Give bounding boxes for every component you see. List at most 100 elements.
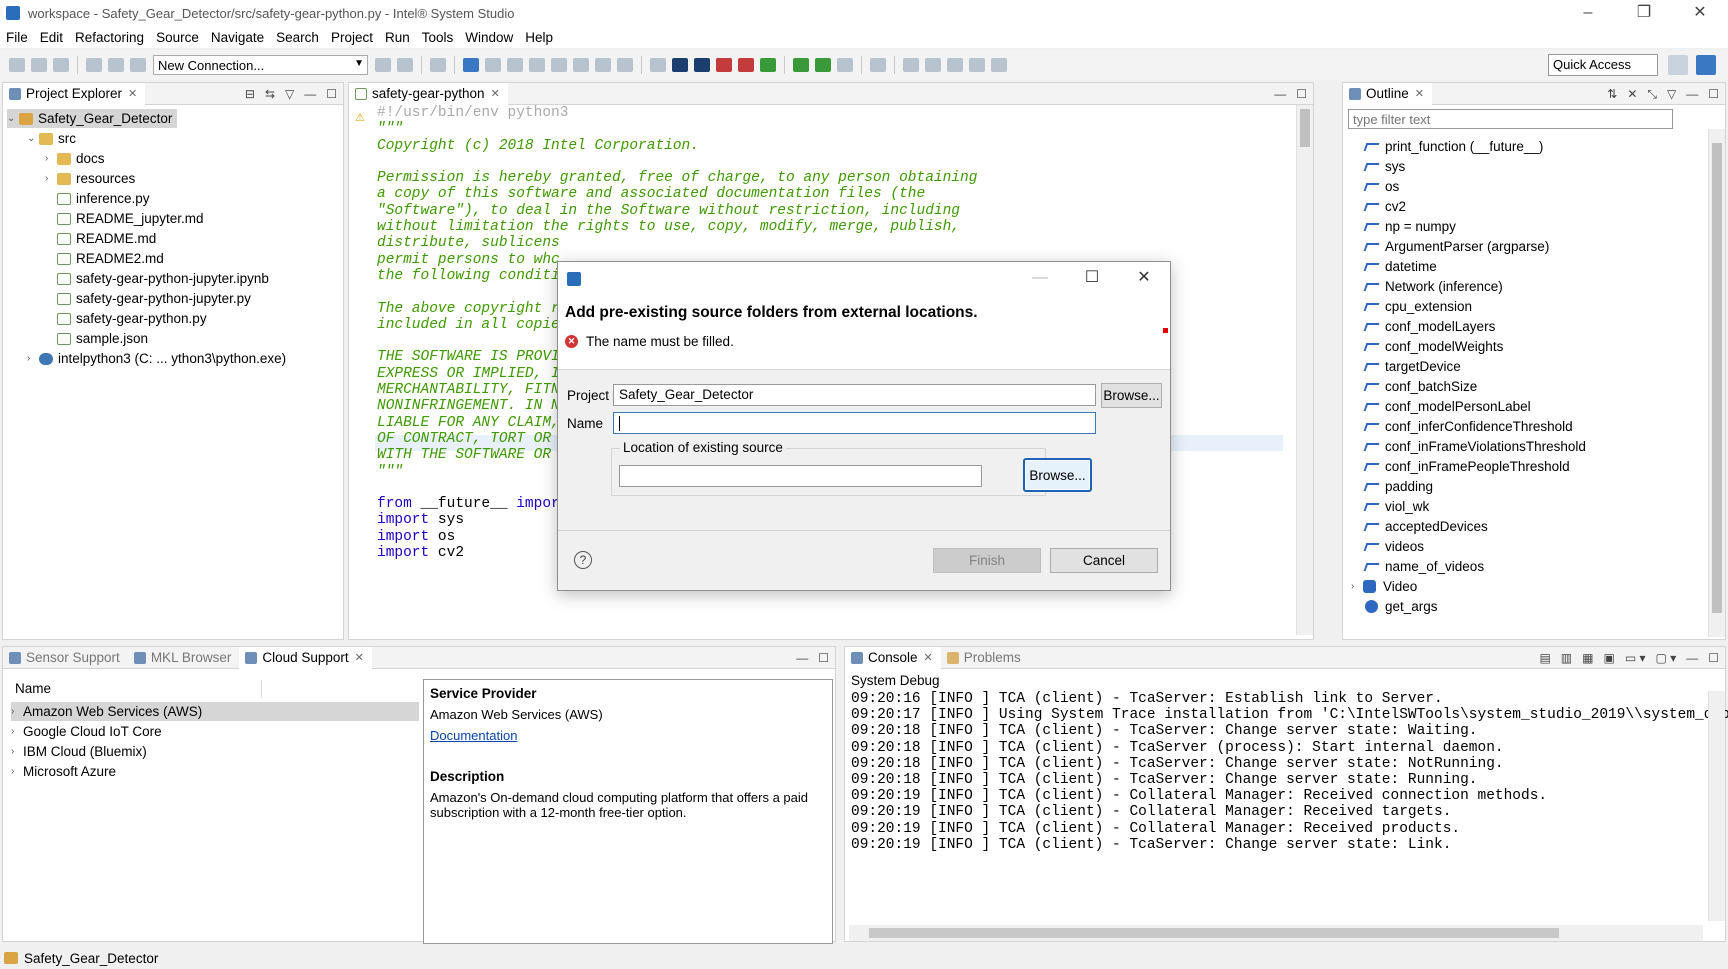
outline-item[interactable]: conf_modelWeights xyxy=(1363,337,1503,356)
perspective-icon[interactable] xyxy=(1696,55,1716,75)
close-icon[interactable]: ✕ xyxy=(491,87,500,100)
advisor-icon[interactable] xyxy=(716,58,732,72)
settings-icon[interactable] xyxy=(108,58,124,72)
tab-sensor-support[interactable]: Sensor Support xyxy=(3,647,128,669)
outline-item[interactable]: name_of_videos xyxy=(1363,557,1484,576)
view-menu-icon[interactable]: ▽ xyxy=(285,87,294,101)
tab-outline[interactable]: Outline ✕ xyxy=(1343,82,1432,105)
browse-location-button[interactable]: Browse... xyxy=(1023,458,1092,492)
tree-item-interpreter[interactable]: › intelpython3 (C: ... ython3\python.exe… xyxy=(27,349,286,368)
menu-source[interactable]: Source xyxy=(156,30,199,45)
outline-item[interactable]: sys xyxy=(1363,157,1405,176)
save-all-icon[interactable] xyxy=(53,58,69,72)
back-icon[interactable] xyxy=(969,58,985,72)
tree-item-resources[interactable]: › resources xyxy=(45,169,135,188)
save-icon[interactable] xyxy=(31,58,47,72)
link-editor-icon[interactable]: ⇆ xyxy=(265,87,275,101)
close-icon[interactable]: ✕ xyxy=(355,651,364,664)
outline-item[interactable]: print_function (__future__) xyxy=(1363,137,1543,156)
chevron-down-icon[interactable]: ⌄ xyxy=(7,113,19,124)
tree-item-file[interactable]: sample.json xyxy=(57,329,148,348)
link-icon[interactable] xyxy=(375,58,391,72)
close-icon[interactable]: ✕ xyxy=(924,651,933,664)
outline-item[interactable]: cv2 xyxy=(1363,197,1406,216)
tree-item-file[interactable]: safety-gear-python-jupyter.ipynb xyxy=(57,269,269,288)
step-into-icon[interactable] xyxy=(573,58,589,72)
console-vscrollbar[interactable] xyxy=(1708,691,1725,921)
sort-icon[interactable]: ⇅ xyxy=(1607,87,1617,101)
view-menu-icon[interactable]: ▽ xyxy=(1667,87,1676,101)
provider-row[interactable]: › Google Cloud IoT Core xyxy=(11,722,419,741)
console-output[interactable]: 09:20:16 [INFO ] TCA (client) - TcaServe… xyxy=(851,691,1728,853)
search-icon[interactable] xyxy=(870,58,886,72)
outline-item[interactable]: cpu_extension xyxy=(1363,297,1472,316)
debug-icon[interactable] xyxy=(793,58,809,72)
menu-tools[interactable]: Tools xyxy=(422,30,454,45)
inspector-icon[interactable] xyxy=(738,58,754,72)
tab-cloud-support[interactable]: Cloud Support ✕ xyxy=(239,646,372,669)
scroll-lock-icon[interactable]: ▥ xyxy=(1561,651,1572,665)
vtune-icon[interactable] xyxy=(694,58,710,72)
chevron-right-icon[interactable]: › xyxy=(11,726,23,737)
menu-run[interactable]: Run xyxy=(385,30,410,45)
outline-scrollbar[interactable] xyxy=(1708,129,1725,637)
suspend-icon[interactable] xyxy=(507,58,523,72)
resume-icon[interactable] xyxy=(485,58,501,72)
pin-console-icon[interactable]: ▣ xyxy=(1603,651,1614,665)
browse-project-button[interactable]: Browse... xyxy=(1101,383,1162,408)
name-field[interactable] xyxy=(613,412,1096,434)
project-field[interactable]: Safety_Gear_Detector xyxy=(613,384,1096,406)
help-icon[interactable]: ? xyxy=(574,551,592,569)
collapse-icon[interactable]: ⤡ xyxy=(1647,87,1657,102)
minimize-panel-icon[interactable]: — xyxy=(1274,87,1286,101)
restore-button[interactable]: ❐ xyxy=(1616,0,1672,26)
tree-item-project[interactable]: ⌄ Safety_Gear_Detector xyxy=(7,109,177,128)
tree-item-docs[interactable]: › docs xyxy=(45,149,105,168)
last-edit-icon[interactable] xyxy=(947,58,963,72)
outline-item[interactable]: padding xyxy=(1363,477,1433,496)
tab-mkl-browser[interactable]: MKL Browser xyxy=(128,647,240,669)
prev-annotation-icon[interactable] xyxy=(925,58,941,72)
tab-console[interactable]: Console ✕ xyxy=(845,646,941,669)
documentation-link[interactable]: Documentation xyxy=(430,728,826,743)
analyzer-icon[interactable] xyxy=(760,58,776,72)
chevron-right-icon[interactable]: › xyxy=(11,766,23,777)
console-icon[interactable] xyxy=(463,58,479,72)
outline-item[interactable]: Network (inference) xyxy=(1363,277,1503,296)
chevron-down-icon[interactable]: ⌄ xyxy=(27,133,39,144)
outline-item[interactable]: conf_inFramePeopleThreshold xyxy=(1363,457,1570,476)
tree-item-file[interactable]: safety-gear-python-jupyter.py xyxy=(57,289,251,308)
menu-edit[interactable]: Edit xyxy=(40,30,63,45)
outline-item[interactable]: › Video xyxy=(1351,577,1417,596)
outline-item[interactable]: conf_batchSize xyxy=(1363,377,1477,396)
minimize-panel-icon[interactable]: — xyxy=(1686,651,1698,665)
step-over-icon[interactable] xyxy=(595,58,611,72)
scrollbar-thumb[interactable] xyxy=(1712,143,1722,613)
outline-item[interactable]: acceptedDevices xyxy=(1363,517,1488,536)
outline-item[interactable]: datetime xyxy=(1363,257,1437,276)
collapse-all-icon[interactable]: ⊟ xyxy=(245,87,255,101)
unlink-icon[interactable] xyxy=(397,58,413,72)
location-field[interactable] xyxy=(619,465,982,487)
disconnect-icon[interactable] xyxy=(551,58,567,72)
word-wrap-icon[interactable]: ▦ xyxy=(1582,651,1593,665)
tree-item-file[interactable]: safety-gear-python.py xyxy=(57,309,207,328)
provider-row[interactable]: › Amazon Web Services (AWS) xyxy=(11,702,419,721)
maximize-panel-icon[interactable]: ☐ xyxy=(818,651,829,665)
outline-item[interactable]: np = numpy xyxy=(1363,217,1456,236)
provider-row[interactable]: › Microsoft Azure xyxy=(11,762,419,781)
console-hscrollbar[interactable] xyxy=(849,925,1703,941)
task-icon[interactable] xyxy=(650,58,666,72)
tree-item-file[interactable]: inference.py xyxy=(57,189,150,208)
scrollbar-thumb[interactable] xyxy=(1300,109,1310,147)
close-button[interactable]: ✕ xyxy=(1672,0,1728,26)
build-icon[interactable] xyxy=(86,58,102,72)
menu-file[interactable]: File xyxy=(6,30,28,45)
menu-refactoring[interactable]: Refactoring xyxy=(75,30,144,45)
forward-icon[interactable] xyxy=(991,58,1007,72)
dialog-maximize-button[interactable]: ☐ xyxy=(1066,262,1118,294)
minimize-button[interactable]: – xyxy=(1560,0,1616,26)
quick-access-field[interactable]: Quick Access xyxy=(1548,54,1658,76)
minimize-panel-icon[interactable]: — xyxy=(796,651,808,665)
tree-item-file[interactable]: README.md xyxy=(57,229,156,248)
